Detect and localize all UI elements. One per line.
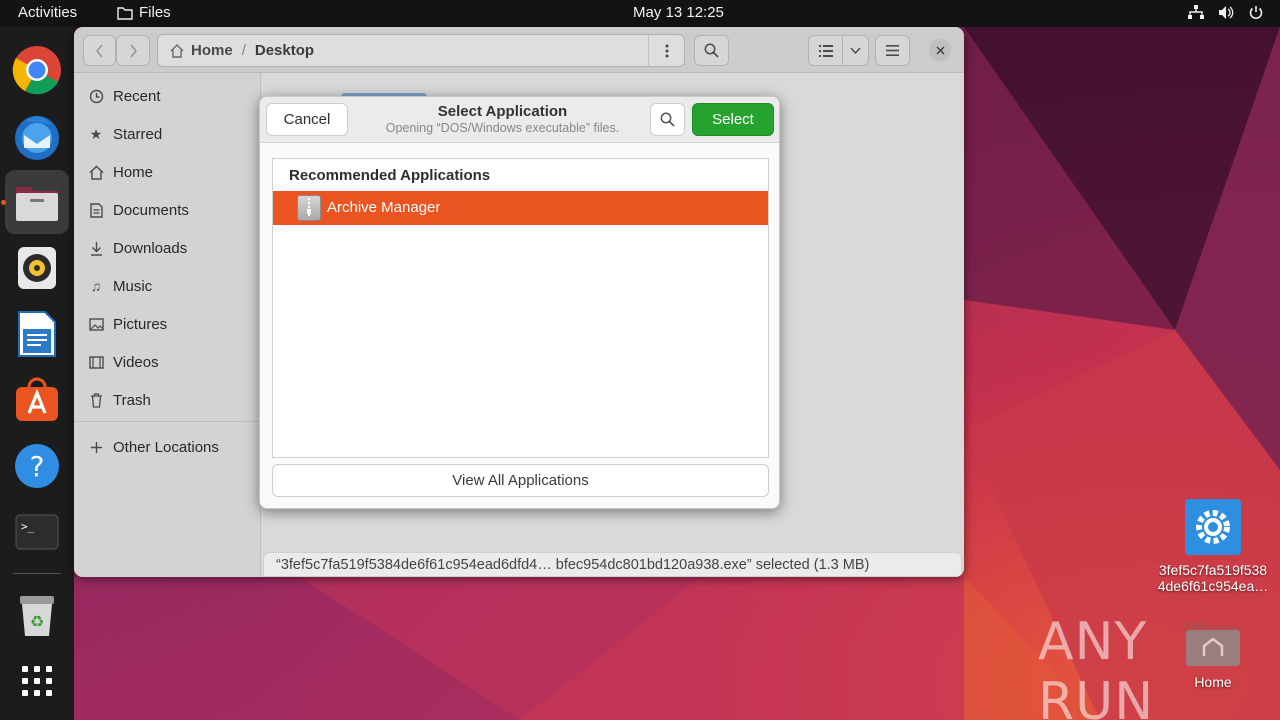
recommended-applications-heading: Recommended Applications [289, 167, 491, 184]
speaker-icon [18, 247, 56, 289]
archive-manager-icon [297, 195, 321, 221]
folder-icon [117, 6, 133, 20]
top-bar: Activities Files May 13 12:25 [0, 0, 1280, 27]
dialog-subtitle: Opening “DOS/Windows executable” files. [385, 121, 620, 135]
executable-gear-icon [1185, 499, 1241, 555]
select-application-dialog: Cancel Select Application Opening “DOS/W… [259, 96, 780, 509]
trash-launcher[interactable]: ♻ [5, 584, 69, 648]
clock[interactable]: May 13 12:25 [633, 4, 724, 21]
writer-launcher[interactable] [5, 302, 69, 366]
list-item-archive-manager[interactable]: Archive Manager [273, 191, 768, 225]
terminal-launcher[interactable]: >_ [5, 500, 69, 564]
selection-status-text: “3fef5c7fa519f5384de6f61c954ead6dfd4… bf… [276, 556, 870, 573]
app-menu-label: Files [139, 4, 171, 21]
power-icon [1249, 6, 1263, 20]
rhythmbox-launcher[interactable] [5, 236, 69, 300]
files-icon [16, 187, 58, 221]
view-all-applications-button[interactable]: View All Applications [272, 464, 769, 497]
running-indicator [1, 200, 6, 205]
terminal-icon: >_ [15, 514, 59, 550]
watermark: ANY RUN [1038, 612, 1155, 720]
svg-text:♻: ♻ [30, 612, 44, 631]
search-icon [660, 112, 675, 127]
app-store-icon [16, 377, 58, 421]
desktop-file-icon[interactable]: 3fef5c7fa519f538 4de6f61c954ea… [1150, 498, 1276, 594]
desktop-file-label-line2: 4de6f61c954ea… [1157, 578, 1269, 594]
app-menu[interactable]: Files [117, 4, 171, 21]
cancel-button[interactable]: Cancel [266, 103, 348, 136]
help-icon: ? [15, 444, 59, 488]
chrome-launcher[interactable] [5, 38, 69, 102]
network-icon [1188, 5, 1204, 19]
dialog-headerbar: Cancel Select Application Opening “DOS/W… [260, 97, 779, 143]
show-apps-button[interactable] [5, 649, 69, 713]
volume-icon [1219, 6, 1234, 19]
system-status-area[interactable] [1188, 5, 1264, 20]
chrome-icon [12, 46, 61, 95]
application-list: Recommended Applications Archive Manager [272, 158, 769, 458]
trash-icon: ♻ [20, 596, 54, 636]
app-center-launcher[interactable] [5, 368, 69, 432]
files-launcher[interactable] [5, 170, 69, 234]
help-launcher[interactable]: ? [5, 434, 69, 498]
thunderbird-icon [15, 116, 59, 160]
dock: ? >_ ♻ [0, 27, 74, 720]
svg-text:?: ? [30, 450, 45, 483]
selection-status-bar: “3fef5c7fa519f5384de6f61c954ead6dfd4… bf… [263, 552, 962, 577]
activities-button[interactable]: Activities [18, 4, 77, 21]
app-grid-icon [22, 666, 52, 696]
desktop-file-label-line1: 3fef5c7fa519f538 [1158, 562, 1268, 578]
app-label: Archive Manager [327, 199, 441, 216]
document-writer-icon [18, 311, 56, 357]
dialog-search-button[interactable] [650, 103, 685, 136]
dialog-title: Select Application [437, 103, 568, 120]
select-button[interactable]: Select [692, 103, 774, 136]
dock-separator [13, 573, 61, 574]
thunderbird-launcher[interactable] [5, 104, 69, 168]
svg-text:>_: >_ [21, 520, 35, 533]
